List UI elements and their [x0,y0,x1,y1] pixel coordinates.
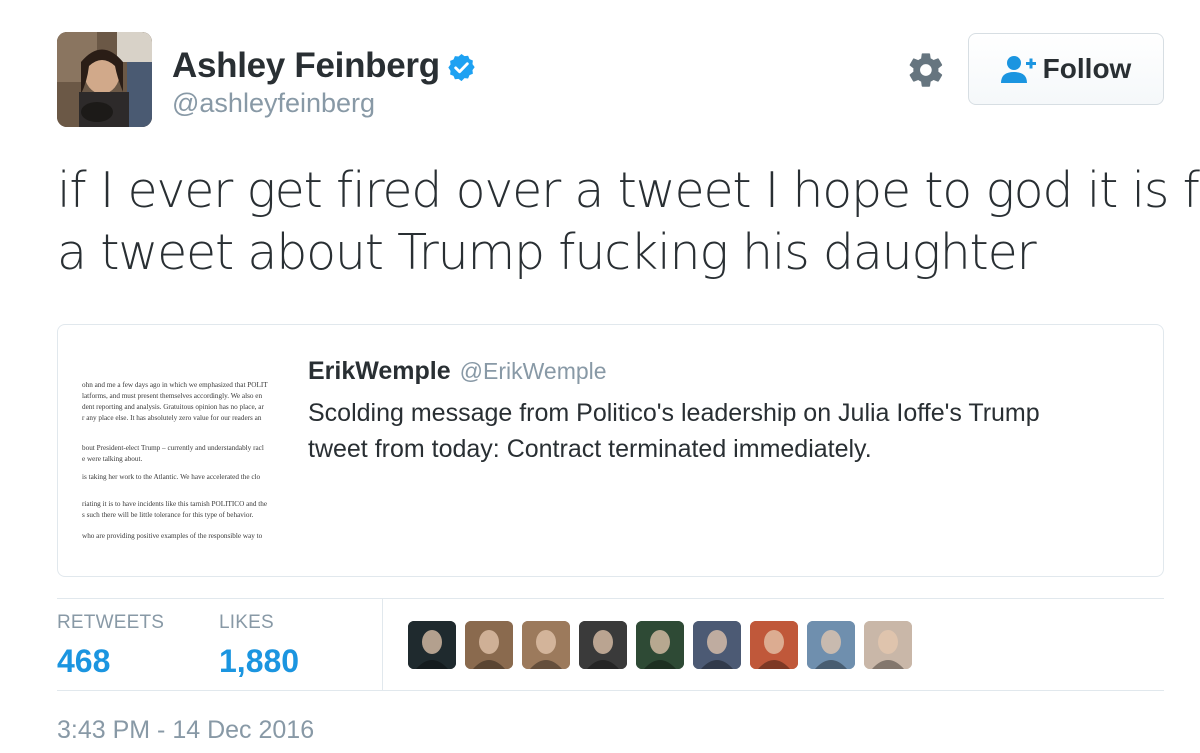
stats-divider-bottom [57,690,1164,691]
retweets-stat[interactable]: RETWEETS 468 [57,612,164,680]
quoted-text-line: tweet from today: Contract terminated im… [308,435,872,463]
quoted-author-handle: @ErikWemple [459,358,607,384]
document-line: ohn and me a few days ago in which we em… [82,381,268,389]
tweet-text-line: a tweet about Trump fucking his daughter [57,224,1037,281]
document-line: dent reporting and analysis. Gratuitous … [82,403,264,411]
quoted-tweet-image[interactable]: ohn and me a few days ago in which we em… [80,355,312,555]
retweets-count: 468 [57,643,111,679]
tweet-timestamp[interactable]: 3:43 PM - 14 Dec 2016 [57,716,314,745]
liker-avatar[interactable] [750,621,798,669]
author-avatar[interactable] [57,32,152,127]
document-line: bout President-elect Trump – currently a… [82,444,264,452]
avatar-photo [57,32,152,127]
follow-label: Follow [1042,53,1132,84]
likes-label: LIKES [219,612,274,633]
liker-avatar[interactable] [408,621,456,669]
verified-badge-icon [448,53,475,81]
quoted-tweet-text: Scolding message from Politico's leaders… [308,395,1158,467]
author-handle[interactable]: @ashleyfeinberg [172,88,375,119]
quoted-tweet[interactable]: ohn and me a few days ago in which we em… [57,324,1164,577]
stats-divider-vertical [382,599,383,690]
author-display-name[interactable]: Ashley Feinberg [172,46,440,86]
retweets-label: RETWEETS [57,612,165,633]
document-line: e were talking about. [82,455,143,463]
tweet-text: if I ever get fired over a tweet I hope … [57,160,1200,284]
document-line: s such there will be little tolerance fo… [82,511,254,519]
liker-avatar[interactable] [864,621,912,669]
document-line: is taking her work to the Atlantic. We h… [82,473,261,481]
liker-avatar[interactable] [693,621,741,669]
likes-count: 1,880 [219,643,300,679]
quoted-author-name: ErikWemple [308,357,451,385]
likes-stat[interactable]: LIKES 1,880 [219,612,299,680]
tweet-card: Ashley Feinberg @ashleyfeinberg Follow i… [0,0,1200,753]
liker-avatar[interactable] [807,621,855,669]
document-line: riating it is to have incidents like thi… [82,500,268,508]
document-line: who are providing positive examples of t… [82,532,263,540]
liker-avatar[interactable] [522,621,570,669]
liker-avatar[interactable] [465,621,513,669]
add-user-icon [1000,56,1036,83]
document-line: latforms, and must present themselves ac… [82,392,263,400]
liker-avatar[interactable] [636,621,684,669]
liker-avatars [408,621,921,669]
follow-button[interactable]: Follow [968,33,1164,105]
stats-divider-top [57,598,1164,599]
document-line: r any place else. It has absolutely zero… [82,414,262,422]
gear-icon[interactable] [906,50,946,90]
tweet-text-line: if I ever get fired over a tweet I hope … [57,162,1200,219]
quoted-tweet-author[interactable]: ErikWemple @ErikWemple [308,357,607,386]
liker-avatar[interactable] [579,621,627,669]
author-name-row[interactable]: Ashley Feinberg [172,46,477,86]
quoted-text-line: Scolding message from Politico's leaders… [308,399,1040,427]
